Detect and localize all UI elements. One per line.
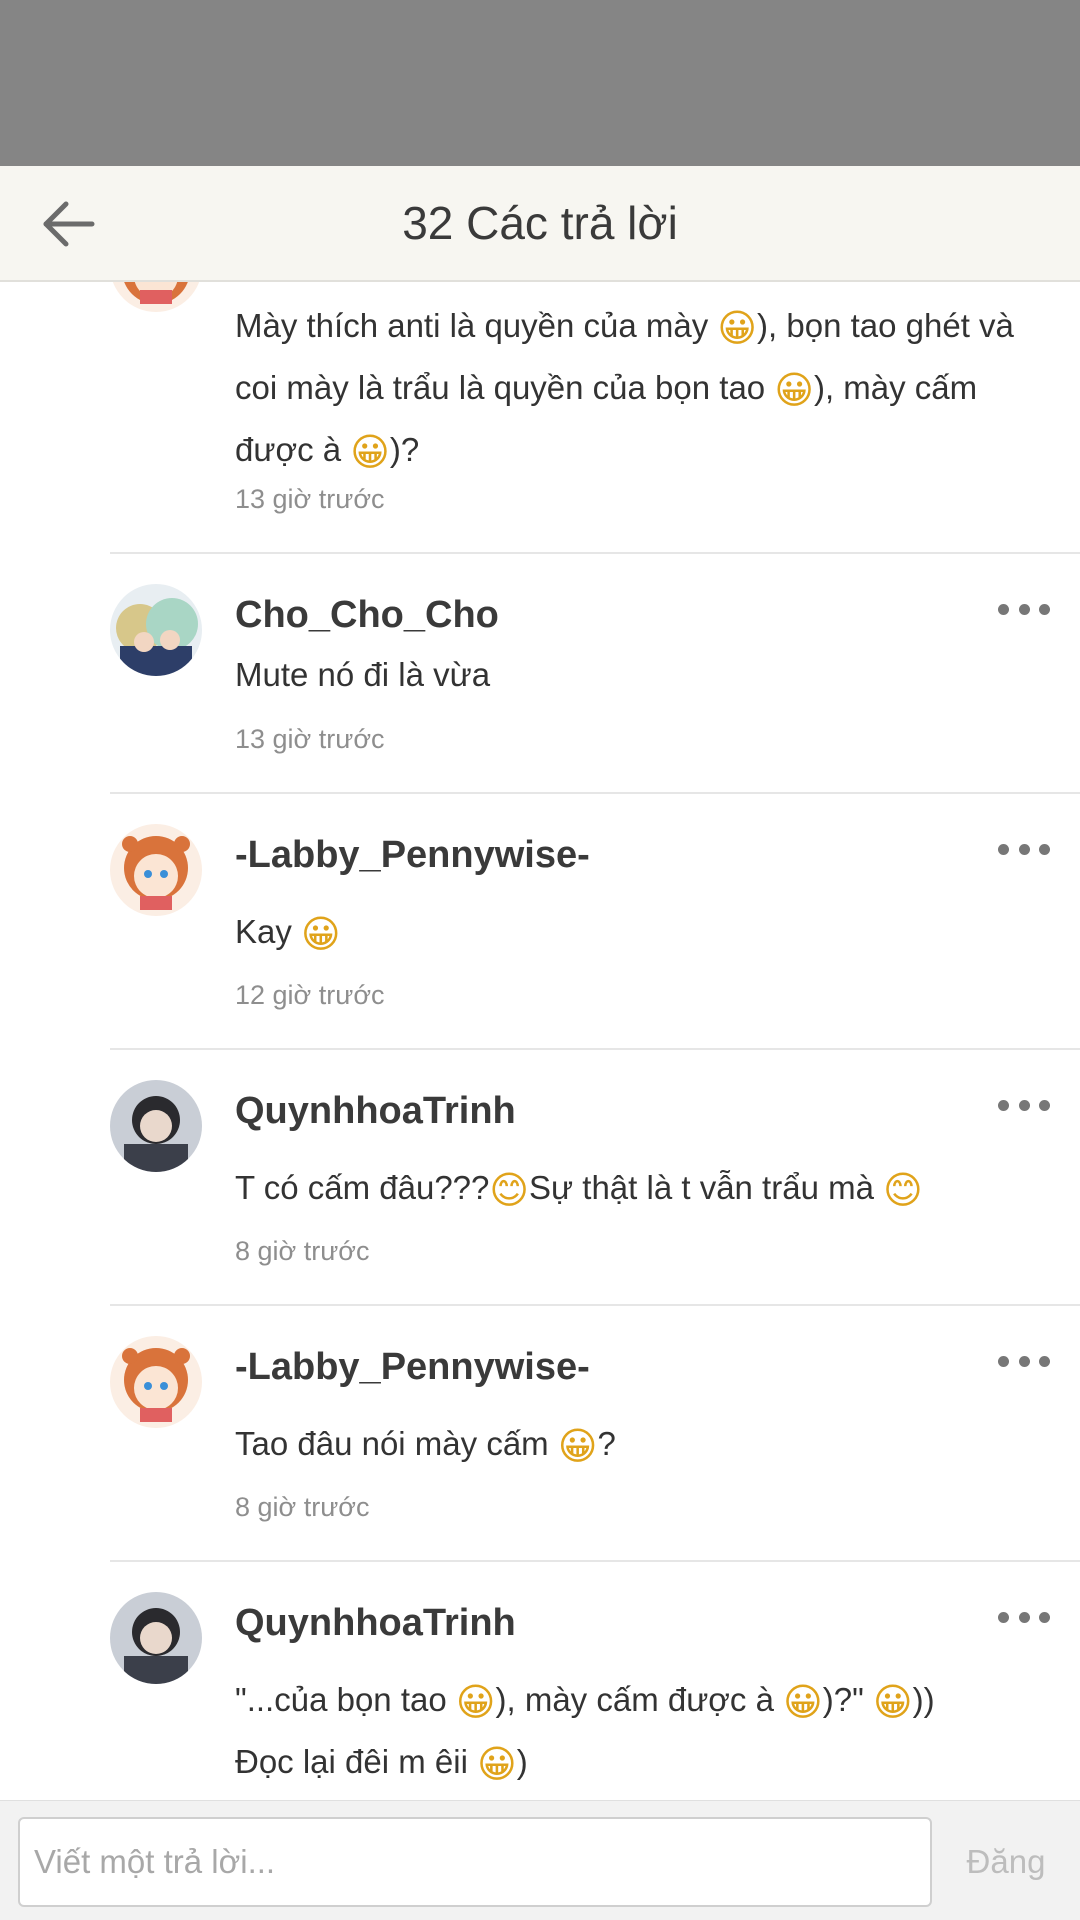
more-options-button[interactable] xyxy=(998,1602,1050,1632)
comment-text: T có cấm đâu???😊Sự thật là t vẫn trẩu mà… xyxy=(235,1158,1055,1220)
dot-icon xyxy=(1018,1099,1030,1111)
divider xyxy=(110,792,1080,794)
avatar[interactable] xyxy=(110,824,202,916)
more-options-button[interactable] xyxy=(998,1090,1050,1120)
grinning-emoji-icon: 😀 xyxy=(557,1424,598,1468)
comment-time: 12 giờ trước xyxy=(235,980,385,1010)
smiling-emoji-icon: 😊 xyxy=(489,1168,530,1212)
comment-username[interactable]: QuynhhoaTrinh xyxy=(235,1090,516,1133)
dot-icon xyxy=(998,1355,1009,1367)
dot-icon xyxy=(998,843,1009,855)
grinning-emoji-icon: 😀 xyxy=(350,430,390,474)
dot-icon xyxy=(1039,1355,1050,1367)
reply-input[interactable] xyxy=(18,1817,932,1907)
page-title: 32 Các trả lời xyxy=(402,197,678,249)
dot-icon xyxy=(1039,843,1050,855)
grinning-emoji-icon: 😀 xyxy=(455,1680,496,1724)
dot-icon xyxy=(1018,843,1030,855)
comment-username[interactable]: Cho_Cho_Cho xyxy=(235,594,499,637)
divider xyxy=(110,1048,1080,1050)
divider xyxy=(110,552,1080,554)
dot-icon xyxy=(1039,1099,1050,1111)
avatar[interactable] xyxy=(110,1336,202,1428)
more-options-button[interactable] xyxy=(998,1346,1050,1376)
comment-time: 8 giờ trước xyxy=(235,1236,370,1266)
grinning-emoji-icon: 😀 xyxy=(872,1680,913,1724)
grinning-emoji-icon: 😀 xyxy=(783,1680,823,1724)
dot-icon xyxy=(1039,1611,1050,1623)
comment-time: 8 giờ trước xyxy=(235,1492,370,1522)
comment-username[interactable]: -Labby_Pennywise- xyxy=(235,834,590,877)
dot-icon xyxy=(1018,1611,1030,1623)
avatar[interactable] xyxy=(110,282,202,312)
comment-list[interactable]: Mày thích anti là quyền của mày 😀), bọn … xyxy=(0,282,1080,1800)
comment-text: Mute nó đi là vừa xyxy=(235,656,491,693)
grinning-emoji-icon: 😀 xyxy=(774,368,814,412)
grinning-emoji-icon: 😀 xyxy=(717,306,758,350)
avatar[interactable] xyxy=(110,584,202,676)
avatar[interactable] xyxy=(110,1080,202,1172)
divider xyxy=(110,1304,1080,1306)
comment-text: Tao đâu nói mày cấm 😀? xyxy=(235,1414,1055,1476)
dot-icon xyxy=(998,1099,1009,1111)
grinning-emoji-icon: 😀 xyxy=(301,912,341,956)
smiling-emoji-icon: 😊 xyxy=(883,1168,923,1212)
avatar[interactable] xyxy=(110,1592,202,1684)
divider xyxy=(110,1560,1080,1562)
comment-text: Mày thích anti là quyền của mày 😀), bọn … xyxy=(235,296,1055,482)
dot-icon xyxy=(1018,1355,1030,1367)
comment-username[interactable]: -Labby_Pennywise- xyxy=(235,1346,590,1389)
comment-time: 13 giờ trước xyxy=(235,724,385,754)
dot-icon xyxy=(1018,603,1030,615)
comment-username[interactable]: QuynhhoaTrinh xyxy=(235,1602,516,1645)
dot-icon xyxy=(1039,603,1050,615)
comment-text: Kay 😀 xyxy=(235,902,1055,964)
post-button[interactable]: Đăng xyxy=(950,1817,1062,1907)
more-options-button[interactable] xyxy=(998,594,1050,624)
comment-time: 13 giờ trước xyxy=(235,484,385,514)
comment-text: "...của bọn tao 😀), mày cấm được à 😀)?" … xyxy=(235,1670,1055,1794)
grinning-emoji-icon: 😀 xyxy=(477,1742,517,1786)
dot-icon xyxy=(998,603,1009,615)
reply-bar: Đăng xyxy=(0,1800,1080,1920)
dot-icon xyxy=(998,1611,1009,1623)
status-bar xyxy=(0,0,1080,166)
header-bar: 32 Các trả lời xyxy=(0,166,1080,282)
more-options-button[interactable] xyxy=(998,834,1050,864)
